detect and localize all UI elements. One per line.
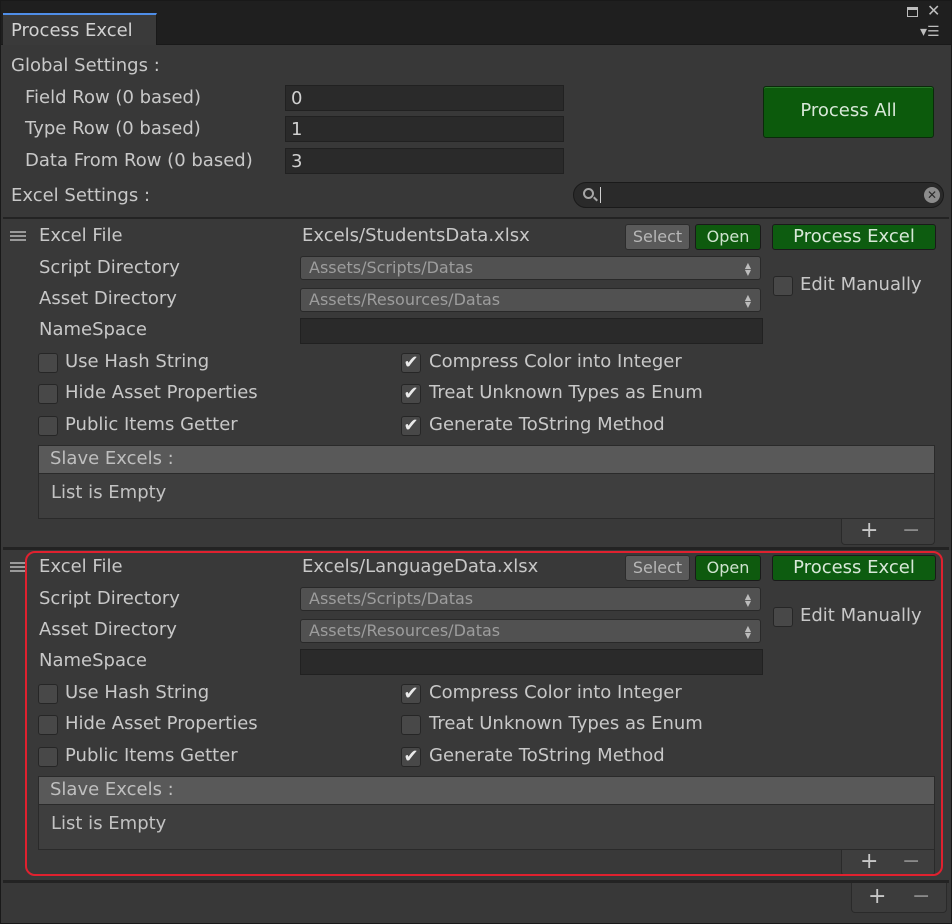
excel-list-footer: + − [851, 883, 947, 913]
edit-manually-label: Edit Manually [800, 605, 922, 626]
slave-excels-list: List is Empty [38, 473, 935, 519]
hide-asset-properties-checkbox[interactable] [38, 384, 58, 404]
edit-manually-checkbox[interactable] [773, 276, 793, 296]
treat-unknown-types-label: Treat Unknown Types as Enum [429, 382, 703, 403]
search-field[interactable]: ✕ [573, 182, 944, 208]
public-items-getter-label: Public Items Getter [65, 745, 238, 766]
generate-tostring-label: Generate ToString Method [429, 414, 665, 435]
script-directory-dropdown[interactable]: Assets/Scripts/Datas ▲ ▼ [300, 256, 761, 280]
use-hash-string-checkbox[interactable] [38, 353, 58, 373]
process-all-button[interactable]: Process All [763, 86, 934, 138]
dropdown-arrows-icon: ▲ ▼ [744, 261, 752, 277]
remove-slave-button[interactable]: − [902, 519, 920, 543]
dropdown-arrows-icon: ▲ ▼ [744, 624, 752, 640]
treat-unknown-types-checkbox[interactable]: ✔ [401, 384, 421, 404]
asset-directory-dropdown[interactable]: Assets/Resources/Datas ▲ ▼ [300, 288, 761, 312]
hide-asset-properties-label: Hide Asset Properties [65, 382, 258, 403]
drag-handle-icon[interactable] [10, 562, 26, 572]
namespace-label: NameSpace [39, 319, 147, 340]
tab-bar: Process Excel ✕ ▾☰ [1, 1, 951, 45]
script-directory-value: Assets/Scripts/Datas [309, 589, 474, 608]
excel-file-label: Excel File [39, 225, 123, 246]
slave-list-footer: + − [841, 519, 935, 545]
maximize-icon[interactable] [907, 7, 918, 17]
slave-excels-list: List is Empty [38, 804, 935, 850]
text-cursor [600, 187, 601, 203]
clear-search-icon[interactable]: ✕ [924, 187, 940, 203]
hide-asset-properties-checkbox[interactable] [38, 715, 58, 735]
search-icon-handle [593, 196, 598, 202]
edit-manually-checkbox[interactable] [773, 607, 793, 627]
treat-unknown-types-label: Treat Unknown Types as Enum [429, 713, 703, 734]
public-items-getter-checkbox[interactable] [38, 416, 58, 436]
slave-excels-header: Slave Excels : [38, 445, 935, 473]
add-slave-button[interactable]: + [860, 519, 878, 543]
generate-tostring-checkbox[interactable]: ✔ [401, 416, 421, 436]
open-button[interactable]: Open [695, 555, 761, 581]
asset-directory-dropdown[interactable]: Assets/Resources/Datas ▲ ▼ [300, 619, 761, 643]
use-hash-string-checkbox[interactable] [38, 684, 58, 704]
remove-excel-button[interactable]: − [912, 885, 930, 909]
use-hash-string-label: Use Hash String [65, 682, 210, 703]
slave-excels-header: Slave Excels : [38, 776, 935, 804]
process-excel-button[interactable]: Process Excel [772, 555, 936, 581]
field-row-input[interactable]: 0 [285, 85, 564, 111]
field-row-label: Field Row (0 based) [25, 87, 201, 108]
excel-entry-students: Excel File Excels/StudentsData.xlsx Sele… [1, 219, 951, 549]
data-row-input[interactable]: 3 [285, 148, 564, 174]
process-excel-window: Process Excel ✕ ▾☰ Global Settings : Fie… [0, 0, 952, 924]
type-row-input[interactable]: 1 [285, 116, 564, 142]
compress-color-checkbox[interactable]: ✔ [401, 684, 421, 704]
asset-directory-label: Asset Directory [39, 619, 177, 640]
hamburger-menu-icon[interactable]: ▾☰ [920, 25, 940, 39]
add-slave-button[interactable]: + [860, 850, 878, 874]
excel-file-path: Excels/LanguageData.xlsx [302, 556, 539, 577]
use-hash-string-label: Use Hash String [65, 351, 210, 372]
select-button[interactable]: Select [625, 555, 690, 581]
select-button[interactable]: Select [625, 224, 690, 250]
asset-directory-value: Assets/Resources/Datas [309, 290, 501, 309]
public-items-getter-checkbox[interactable] [38, 747, 58, 767]
open-button[interactable]: Open [695, 224, 761, 250]
slave-list-footer: + − [841, 850, 935, 876]
generate-tostring-checkbox[interactable]: ✔ [401, 747, 421, 767]
drag-handle-icon[interactable] [10, 231, 26, 241]
dropdown-arrows-icon: ▲ ▼ [744, 592, 752, 608]
asset-directory-label: Asset Directory [39, 288, 177, 309]
script-directory-value: Assets/Scripts/Datas [309, 258, 474, 277]
hide-asset-properties-label: Hide Asset Properties [65, 713, 258, 734]
divider [3, 880, 949, 883]
namespace-label: NameSpace [39, 650, 147, 671]
dropdown-arrows-icon: ▲ ▼ [744, 293, 752, 309]
edit-manually-label: Edit Manually [800, 274, 922, 295]
excel-settings-heading: Excel Settings : [11, 185, 151, 206]
script-directory-label: Script Directory [39, 257, 180, 278]
excel-file-label: Excel File [39, 556, 123, 577]
type-row-label: Type Row (0 based) [25, 118, 201, 139]
process-excel-button[interactable]: Process Excel [772, 224, 936, 250]
excel-entry-language: Excel File Excels/LanguageData.xlsx Sele… [1, 550, 951, 880]
remove-slave-button[interactable]: − [902, 850, 920, 874]
global-settings-heading: Global Settings : [11, 55, 160, 76]
close-icon[interactable]: ✕ [927, 3, 940, 19]
script-directory-label: Script Directory [39, 588, 180, 609]
public-items-getter-label: Public Items Getter [65, 414, 238, 435]
namespace-input[interactable] [300, 318, 763, 344]
data-row-label: Data From Row (0 based) [25, 150, 253, 171]
compress-color-label: Compress Color into Integer [429, 351, 682, 372]
tab-process-excel[interactable]: Process Excel [3, 13, 157, 45]
compress-color-checkbox[interactable]: ✔ [401, 353, 421, 373]
namespace-input[interactable] [300, 649, 763, 675]
treat-unknown-types-checkbox[interactable] [401, 715, 421, 735]
script-directory-dropdown[interactable]: Assets/Scripts/Datas ▲ ▼ [300, 587, 761, 611]
add-excel-button[interactable]: + [868, 885, 886, 909]
compress-color-label: Compress Color into Integer [429, 682, 682, 703]
generate-tostring-label: Generate ToString Method [429, 745, 665, 766]
excel-file-path: Excels/StudentsData.xlsx [302, 225, 530, 246]
asset-directory-value: Assets/Resources/Datas [309, 621, 501, 640]
